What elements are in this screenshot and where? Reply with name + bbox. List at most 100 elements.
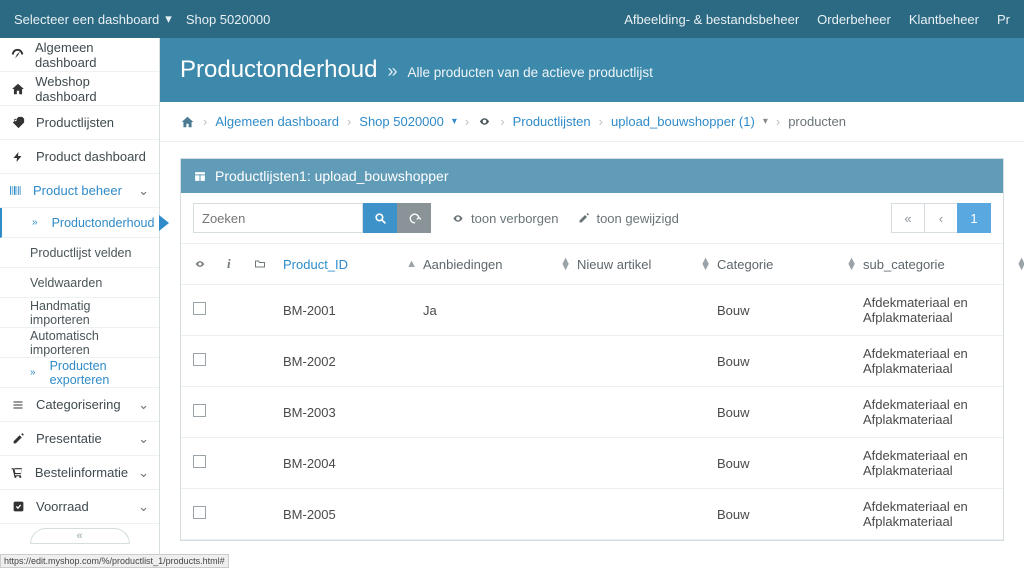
sidebar-item-productmgr[interactable]: Product beheer ⌄	[0, 174, 159, 208]
toggle-label: toon verborgen	[471, 211, 558, 226]
sidebar-item-webshop[interactable]: Webshop dashboard	[0, 72, 159, 106]
sidebar-sub-auto-import[interactable]: Automatisch importeren	[0, 328, 159, 358]
row-checkbox[interactable]	[193, 302, 206, 315]
chevron-down-icon: ⌄	[138, 465, 149, 481]
toggle-show-hidden[interactable]: toon verborgen	[451, 211, 558, 226]
row-checkbox[interactable]	[193, 404, 206, 417]
sidebar-label: Productonderhoud	[52, 216, 155, 230]
chevron-down-icon: ⌄	[138, 431, 149, 447]
page-header: Productonderhoud » Alle producten van de…	[160, 38, 1024, 102]
page-1[interactable]: 1	[957, 203, 991, 233]
sidebar-sub-maintenance[interactable]: »Productonderhoud	[0, 208, 159, 238]
nav-orders[interactable]: Orderbeheer	[817, 12, 891, 27]
col-offers[interactable]: Aanbiedingen▲▼	[423, 257, 577, 272]
crumb-products: producten	[788, 114, 846, 129]
sidebar-label: Productlijst velden	[30, 246, 131, 260]
sidebar-sub-export[interactable]: »Producten exporteren	[0, 358, 159, 388]
nav-media[interactable]: Afbeelding- & bestandsbeheer	[624, 12, 799, 27]
product-panel: Productlijsten1: upload_bouwshopper toon…	[180, 158, 1004, 541]
cell-offers: Ja	[423, 303, 577, 318]
sidebar-label: Productlijsten	[36, 115, 114, 130]
table-row[interactable]: BM-2001JaBouwAfdekmateriaal en Afplakmat…	[181, 285, 1003, 336]
folder-icon[interactable]	[253, 258, 267, 270]
cell-product-id: BM-2001	[283, 303, 423, 318]
row-checkbox[interactable]	[193, 455, 206, 468]
sidebar: Algemeen dashboard Webshop dashboard Pro…	[0, 38, 160, 568]
sidebar-label: Voorraad	[36, 499, 89, 514]
shop-label[interactable]: Shop 5020000	[186, 12, 271, 27]
search-input[interactable]	[193, 203, 363, 233]
sidebar-item-categorising[interactable]: Categorisering ⌄	[0, 388, 159, 422]
caret-down-icon: ▾	[165, 11, 172, 27]
check-square-icon	[10, 500, 26, 513]
eye-icon[interactable]	[477, 116, 492, 127]
sort-icon: ▲▼	[700, 258, 717, 270]
topbar: Selecteer een dashboard ▾ Shop 5020000 A…	[0, 0, 1024, 38]
sidebar-item-stock[interactable]: Voorraad ⌄	[0, 490, 159, 524]
active-pointer-icon	[159, 215, 169, 231]
crumb-upload[interactable]: upload_bouwshopper (1)	[611, 114, 755, 129]
panel-title: Productlijsten1: upload_bouwshopper	[215, 168, 449, 184]
sidebar-label: Veldwaarden	[30, 276, 102, 290]
cell-subcategory: Afdekmateriaal en Afplakmateriaal	[863, 448, 1024, 478]
crumb-lists[interactable]: Productlijsten	[513, 114, 591, 129]
reset-button[interactable]	[397, 203, 431, 233]
cell-category: Bouw	[717, 405, 863, 420]
separator-icon: »	[387, 61, 397, 82]
home-icon[interactable]	[180, 115, 195, 129]
dashboard-selector-label: Selecteer een dashboard	[14, 12, 159, 27]
row-checkbox[interactable]	[193, 353, 206, 366]
status-bar-url: https://edit.myshop.com/%/productlist_1/…	[0, 554, 229, 568]
page-subtitle: Alle producten van de actieve productlij…	[408, 65, 653, 80]
nav-products-truncated[interactable]: Pr	[997, 12, 1010, 27]
cart-icon	[10, 466, 25, 479]
sidebar-item-orderinfo[interactable]: Bestelinformatie ⌄	[0, 456, 159, 490]
nav-customers[interactable]: Klantbeheer	[909, 12, 979, 27]
page-prev[interactable]: ‹	[924, 203, 958, 233]
undo-icon	[408, 212, 421, 225]
table-row[interactable]: BM-2003BouwAfdekmateriaal en Afplakmater…	[181, 387, 1003, 438]
sidebar-label: Product beheer	[33, 183, 122, 198]
col-category[interactable]: Categorie▲▼	[717, 257, 863, 272]
sidebar-sub-fields[interactable]: Productlijst velden	[0, 238, 159, 268]
info-icon[interactable]: i	[227, 256, 231, 272]
search-icon	[374, 212, 387, 225]
barcode-icon	[7, 184, 23, 197]
pencil-icon	[10, 432, 26, 445]
cell-product-id: BM-2004	[283, 456, 423, 471]
col-new[interactable]: Nieuw artikel▲▼	[577, 257, 717, 272]
sidebar-sub-values[interactable]: Veldwaarden	[0, 268, 159, 298]
toggle-show-changed[interactable]: toon gewijzigd	[578, 211, 678, 226]
dashboard-selector[interactable]: Selecteer een dashboard ▾	[14, 11, 172, 27]
sidebar-item-productlists[interactable]: Productlijsten	[0, 106, 159, 140]
chevron-down-icon: ⌄	[138, 499, 149, 515]
chevron-down-icon: ⌄	[138, 183, 149, 199]
col-product-id[interactable]: Product_ID▲	[283, 257, 423, 272]
cell-category: Bouw	[717, 507, 863, 522]
eye-icon[interactable]	[193, 259, 207, 269]
sidebar-label: Producten exporteren	[50, 359, 149, 387]
search-button[interactable]	[363, 203, 397, 233]
sidebar-collapse-handle[interactable]: «	[0, 528, 159, 548]
table-icon	[193, 170, 207, 183]
row-checkbox[interactable]	[193, 506, 206, 519]
panel-toolbar: toon verborgen toon gewijzigd « ‹ 1	[181, 193, 1003, 244]
table-row[interactable]: BM-2002BouwAfdekmateriaal en Afplakmater…	[181, 336, 1003, 387]
crumb-general[interactable]: Algemeen dashboard	[215, 114, 339, 129]
table-row[interactable]: BM-2005BouwAfdekmateriaal en Afplakmater…	[181, 489, 1003, 540]
crumb-shop[interactable]: Shop 5020000	[359, 114, 444, 129]
sidebar-label: Categorisering	[36, 397, 121, 412]
toggle-label: toon gewijzigd	[596, 211, 678, 226]
sidebar-label: Product dashboard	[36, 149, 146, 164]
page-first[interactable]: «	[891, 203, 925, 233]
sidebar-item-productdash[interactable]: Product dashboard	[0, 140, 159, 174]
sidebar-sub-manual-import[interactable]: Handmatig importeren	[0, 298, 159, 328]
col-subcategory[interactable]: sub_categorie▲▼	[863, 257, 1024, 272]
sidebar-label: Algemeen dashboard	[35, 40, 149, 70]
cell-product-id: BM-2005	[283, 507, 423, 522]
sidebar-item-presentation[interactable]: Presentatie ⌄	[0, 422, 159, 456]
chevron-down-icon: ⌄	[138, 397, 149, 413]
table-row[interactable]: BM-2004BouwAfdekmateriaal en Afplakmater…	[181, 438, 1003, 489]
sidebar-item-general[interactable]: Algemeen dashboard	[0, 38, 159, 72]
cell-category: Bouw	[717, 354, 863, 369]
